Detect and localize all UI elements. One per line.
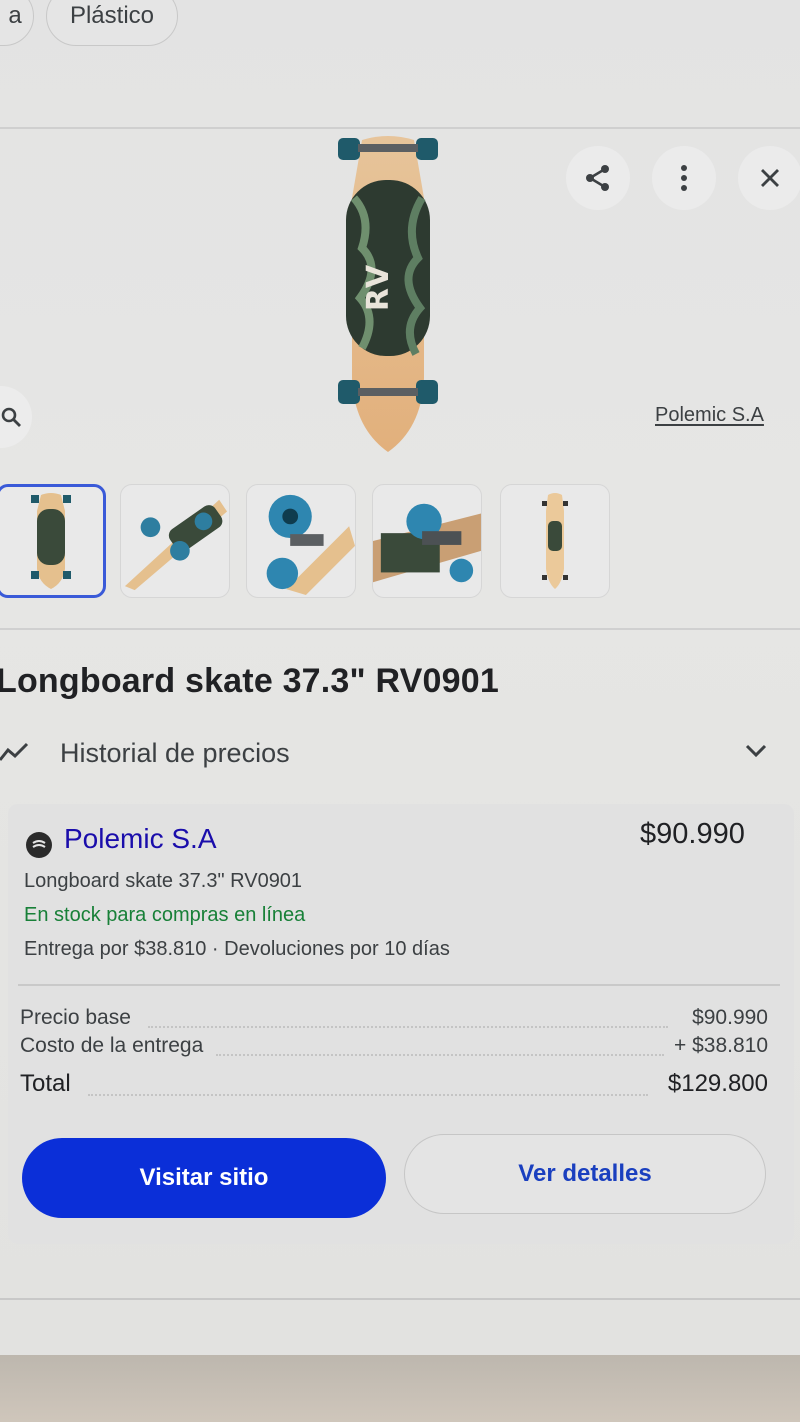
total-value: $129.800: [667, 1070, 768, 1097]
close-button[interactable]: [738, 146, 800, 210]
offer-product-name: Longboard skate 37.3" RV0901: [24, 870, 303, 892]
chip-label: Plástico: [69, 2, 155, 29]
total-label: Total: [20, 1070, 71, 1097]
search-icon: [1, 407, 21, 427]
dotted-leader: [148, 1026, 668, 1028]
shipping-returns-info: Entrega por $38.810 · Devoluciones por 1…: [24, 938, 450, 960]
monitor-bezel: [0, 1355, 800, 1422]
dotted-leader: [216, 1054, 664, 1056]
chevron-down-icon: [745, 744, 767, 758]
more-vert-icon: [681, 165, 687, 191]
offer-price: $90.990: [640, 818, 745, 850]
total-row: Total $129.800: [20, 1070, 768, 1100]
price-history-toggle[interactable]: Historial de precios: [0, 730, 800, 780]
view-details-button[interactable]: Ver detalles: [404, 1134, 766, 1214]
price-history-label: Historial de precios: [60, 738, 290, 768]
more-options-button[interactable]: [652, 146, 716, 210]
filter-chip[interactable]: a: [0, 0, 34, 46]
store-name-link[interactable]: Polemic S.A: [64, 823, 217, 855]
thumbnail-4[interactable]: [372, 484, 482, 598]
page: a Plástico RV Polemic S.A Longboard skat…: [0, 0, 800, 1360]
delivery-cost-label: Costo de la entrega: [20, 1034, 204, 1057]
share-icon: [586, 165, 609, 191]
delivery-cost-row: Costo de la entrega + $38.810: [20, 1034, 768, 1064]
thumbnail-5[interactable]: [500, 484, 610, 598]
product-title: Longboard skate 37.3" RV0901: [0, 662, 499, 700]
product-main-image[interactable]: RV: [332, 128, 444, 454]
base-price-row: Precio base $90.990: [20, 1006, 768, 1036]
thumbnail-1[interactable]: [0, 484, 106, 598]
divider: [0, 1298, 800, 1300]
close-icon: [761, 169, 779, 187]
delivery-cost-value: + $38.810: [673, 1034, 768, 1057]
divider: [18, 984, 780, 986]
visit-site-button[interactable]: Visitar sitio: [22, 1138, 386, 1218]
trend-icon: [0, 742, 29, 761]
thumbnail-3[interactable]: [246, 484, 356, 598]
lens-search-button[interactable]: [0, 386, 32, 448]
base-price-label: Precio base: [20, 1006, 131, 1029]
dotted-leader: [88, 1094, 648, 1096]
base-price-value: $90.990: [692, 1006, 768, 1029]
image-source-link[interactable]: Polemic S.A: [655, 404, 764, 427]
thumbnail-2[interactable]: [120, 484, 230, 598]
stock-status: En stock para compras en línea: [24, 904, 306, 926]
chip-label: a: [8, 2, 22, 29]
share-button[interactable]: [566, 146, 630, 210]
svg-text:RV: RV: [361, 264, 396, 311]
divider: [0, 628, 800, 630]
filter-chip-plastico[interactable]: Plástico: [46, 0, 178, 46]
store-logo-icon: [26, 832, 52, 858]
